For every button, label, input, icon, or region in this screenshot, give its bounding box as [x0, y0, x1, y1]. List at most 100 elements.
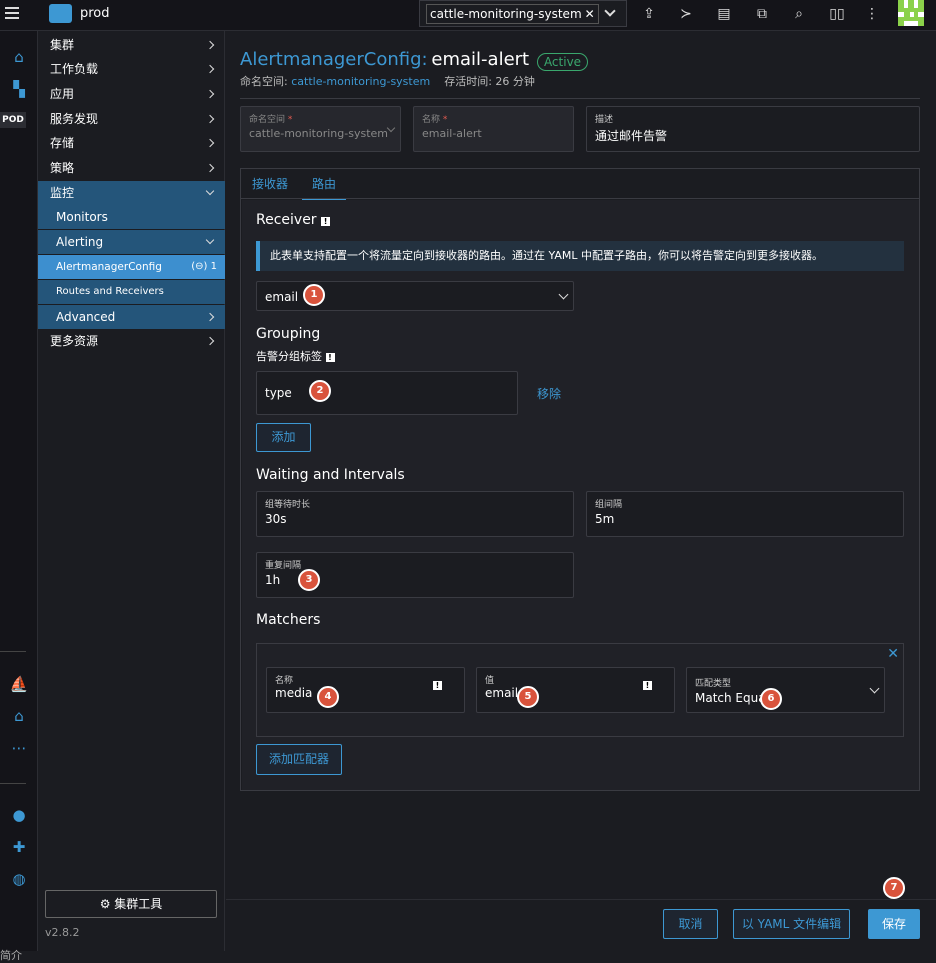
- info-icon: !: [321, 217, 331, 226]
- field-label: 组等待时长: [265, 500, 311, 510]
- tab-receivers[interactable]: 接收器: [252, 175, 288, 192]
- matcher-value-field[interactable]: 值 email !: [476, 667, 675, 713]
- divider: [0, 651, 26, 652]
- chevron-right-icon: [205, 163, 215, 173]
- select-value: Match Equal: [695, 691, 769, 705]
- field-value: email-alert: [422, 127, 482, 140]
- book-icon[interactable]: ▯▯: [829, 6, 845, 22]
- chevron-right-icon: [205, 336, 215, 346]
- nav-routes-receivers[interactable]: Routes and Receivers: [38, 280, 225, 304]
- upload-icon[interactable]: ⇪: [641, 6, 657, 22]
- avatar[interactable]: [898, 0, 924, 26]
- namespace-filter[interactable]: cattle-monitoring-system ✕: [419, 0, 627, 27]
- nav-policy[interactable]: 策略: [38, 156, 225, 180]
- field-label: 命名空间: [249, 115, 286, 125]
- extension-icon[interactable]: ✚: [0, 837, 38, 857]
- virtualization-icon[interactable]: ⌂: [0, 706, 38, 726]
- group-wait-field[interactable]: 组等待时长 30s: [256, 491, 574, 537]
- step-marker: 7: [883, 877, 905, 899]
- nav-storage[interactable]: 存储: [38, 131, 225, 155]
- fleet-icon[interactable]: ⛵: [0, 674, 38, 694]
- heading-text: Receiver: [256, 212, 317, 228]
- tab-routes[interactable]: 路由: [302, 175, 347, 201]
- chevron-right-icon: [205, 114, 215, 124]
- chip-remove-icon[interactable]: ✕: [585, 7, 595, 21]
- field-value: cattle-monitoring-system: [249, 127, 388, 140]
- nav-label: Advanced: [56, 310, 116, 324]
- field-value[interactable]: type: [265, 386, 292, 400]
- nav-apps[interactable]: 应用: [38, 82, 225, 106]
- field-value[interactable]: media: [275, 686, 312, 700]
- field-value[interactable]: 1h: [265, 573, 280, 587]
- close-icon[interactable]: ✕: [887, 646, 899, 662]
- footer-bar: 取消 以 YAML 文件编辑 保存: [226, 899, 936, 951]
- field-value[interactable]: 30s: [265, 512, 287, 526]
- nav-label: Monitors: [56, 210, 108, 224]
- copy-icon[interactable]: ⧉: [754, 6, 770, 22]
- nav-label: 策略: [50, 161, 75, 175]
- route-panel: Receiver ! 此表单支持配置一个将流量定向到接收器的路由。通过在 YAM…: [242, 200, 919, 790]
- menu-icon[interactable]: [5, 7, 19, 9]
- namespace-link[interactable]: cattle-monitoring-system: [291, 75, 430, 88]
- nav-monitoring[interactable]: 监控: [38, 181, 225, 205]
- add-matcher-button[interactable]: 添加匹配器: [256, 744, 342, 775]
- save-button[interactable]: 保存: [868, 909, 920, 939]
- cluster-logo-icon: [49, 4, 72, 23]
- home-icon[interactable]: ⌂: [0, 47, 38, 67]
- chevron-down-icon: [869, 683, 880, 694]
- nav-advanced[interactable]: Advanced: [38, 305, 225, 329]
- info-icon: !: [643, 681, 652, 690]
- chevron-right-icon: [205, 312, 215, 322]
- app-rail: ⌂ ▚ POD ⛵ ⌂ ⋯ ● ✚ ◍ 简介: [0, 31, 38, 962]
- match-type-select[interactable]: 匹配类型 Match Equal: [686, 667, 885, 713]
- nav-more-resources[interactable]: 更多资源: [38, 329, 225, 353]
- terminal-icon[interactable]: ≻: [678, 6, 694, 22]
- tab-row: 接收器 路由: [241, 169, 919, 201]
- field-value[interactable]: 通过邮件告警: [595, 127, 667, 144]
- page-title: AlertmanagerConfig: email-alert Active: [240, 49, 589, 71]
- cancel-button[interactable]: 取消: [663, 909, 718, 939]
- description-field[interactable]: 描述 通过邮件告警: [586, 106, 920, 152]
- chevron-down-icon: [205, 186, 215, 196]
- nav-service-discovery[interactable]: 服务发现: [38, 107, 225, 131]
- file-icon[interactable]: ▤: [716, 6, 732, 22]
- chevron-down-icon: [386, 123, 396, 133]
- nav-label: Alerting: [56, 235, 104, 249]
- nav-alertmanagerconfig[interactable]: AlertmanagerConfig (⊖) 1: [38, 255, 225, 279]
- nav-alerting[interactable]: Alerting: [38, 230, 225, 254]
- chevron-down-icon[interactable]: [604, 5, 616, 17]
- matchers-heading: Matchers: [256, 612, 321, 628]
- step-marker: 3: [298, 569, 320, 591]
- nav-workloads[interactable]: 工作负载: [38, 57, 225, 81]
- globe-icon[interactable]: ◍: [0, 869, 38, 889]
- field-value[interactable]: 5m: [595, 512, 614, 526]
- field-label: 值: [485, 676, 495, 686]
- info-icon: !: [433, 681, 442, 690]
- group-label-input[interactable]: type: [256, 371, 518, 415]
- field-label: 匹配类型: [695, 679, 732, 689]
- nav-cluster[interactable]: 集群: [38, 33, 225, 57]
- cluster-icon[interactable]: ▚: [0, 79, 38, 99]
- cluster-tools-button[interactable]: ⚙ 集群工具: [45, 890, 217, 918]
- required-mark: *: [287, 115, 293, 125]
- nav-label: Routes and Receivers: [56, 286, 164, 297]
- user-icon[interactable]: ●: [0, 805, 38, 825]
- nav-monitors[interactable]: Monitors: [38, 205, 225, 229]
- add-button[interactable]: 添加: [256, 423, 311, 452]
- namespace-chip: cattle-monitoring-system ✕: [426, 4, 599, 24]
- side-nav: 集群 工作负载 应用 服务发现 存储 策略 监控 Monitors Alerti…: [38, 31, 225, 951]
- about-link[interactable]: 简介: [0, 947, 22, 963]
- group-interval-field[interactable]: 组间隔 5m: [586, 491, 904, 537]
- edit-yaml-button[interactable]: 以 YAML 文件编辑: [733, 909, 850, 939]
- matcher-name-field[interactable]: 名称 media !: [266, 667, 465, 713]
- remove-link[interactable]: 移除: [537, 385, 561, 402]
- age-label: 存活时间: 26 分钟: [444, 75, 535, 88]
- network-icon[interactable]: ⋯: [0, 738, 38, 758]
- pod-label[interactable]: POD: [0, 112, 26, 128]
- top-bar: prod cattle-monitoring-system ✕ ⇪ ≻ ▤ ⧉ ⌕…: [0, 0, 936, 31]
- more-icon[interactable]: ⋮: [864, 6, 880, 22]
- field-value[interactable]: email: [485, 686, 518, 700]
- search-icon[interactable]: ⌕: [791, 6, 807, 22]
- nav-count: (⊖) 1: [191, 261, 217, 272]
- group-labels-title: 告警分组标签 !: [256, 348, 335, 364]
